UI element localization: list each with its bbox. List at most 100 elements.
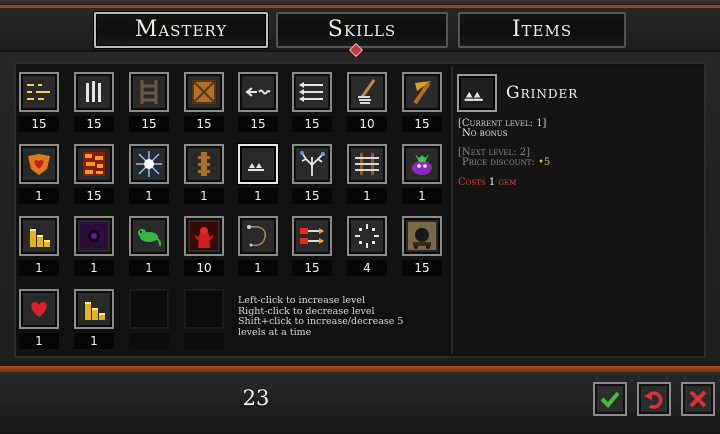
mastery-slot-gold-stack-2[interactable] xyxy=(74,289,114,329)
grinder-icon xyxy=(464,91,483,101)
slot-count xyxy=(129,333,169,349)
mastery-slot-triple-arrows[interactable] xyxy=(292,72,332,112)
slot-count: 1 xyxy=(238,188,278,204)
close-icon xyxy=(689,390,707,408)
cost-prefix: Costs xyxy=(458,177,486,188)
undo-icon xyxy=(644,391,663,409)
slot-count: 4 xyxy=(347,260,387,276)
next-effect-label: Price discount: xyxy=(462,157,535,168)
tab-items[interactable]: Items xyxy=(458,12,626,48)
slot-count: 15 xyxy=(74,116,114,132)
slot-count: 1 xyxy=(347,188,387,204)
slot-count: 15 xyxy=(402,116,442,132)
slot-count: 1 xyxy=(74,333,114,349)
slot-count: 1 xyxy=(19,333,59,349)
empty-slot xyxy=(184,289,224,329)
cancel-button[interactable] xyxy=(681,382,715,416)
check-icon xyxy=(600,391,620,408)
bomb-cart-icon xyxy=(408,222,436,250)
mastery-slot-drill[interactable] xyxy=(347,72,387,112)
drill-icon xyxy=(358,79,376,104)
slot-count: 15 xyxy=(238,116,278,132)
dash-arrows-icon xyxy=(27,84,50,100)
slot-count: 1 xyxy=(129,188,169,204)
slot-count: 15 xyxy=(402,260,442,276)
heart-shield-icon xyxy=(28,154,50,175)
crate-icon xyxy=(192,80,216,104)
current-level-effect: No bonus xyxy=(462,128,508,139)
whip-icon xyxy=(247,225,266,247)
mastery-slot-lightning-tree[interactable] xyxy=(292,144,332,184)
mastery-slot-heart[interactable] xyxy=(19,289,59,329)
mastery-slot-bomb-cart[interactable] xyxy=(402,216,442,256)
fence-arrows-icon xyxy=(355,153,379,175)
gem-total: 23 xyxy=(242,386,270,410)
grinder-icon xyxy=(248,163,264,171)
slot-count: 1 xyxy=(402,188,442,204)
next-level-effect: Price discount: •5 xyxy=(462,157,550,168)
mastery-slot-red-demon[interactable] xyxy=(184,216,224,256)
empty-slot xyxy=(129,289,169,329)
mastery-slot-rope-knot[interactable] xyxy=(184,144,224,184)
slot-count: 1 xyxy=(238,260,278,276)
slot-count: 1 xyxy=(19,188,59,204)
mastery-slot-vertical-bars[interactable] xyxy=(74,72,114,112)
lightning-tree-icon xyxy=(300,151,325,176)
mastery-slot-heart-shield[interactable] xyxy=(19,144,59,184)
mastery-slot-ladder[interactable] xyxy=(129,72,169,112)
mastery-slot-lava-block[interactable] xyxy=(74,144,114,184)
slot-count: 15 xyxy=(184,116,224,132)
mastery-slot-arrow-trail[interactable] xyxy=(238,72,278,112)
slot-count: 1 xyxy=(184,188,224,204)
ladder-icon xyxy=(140,80,158,104)
tab-mastery[interactable]: Mastery xyxy=(94,12,268,48)
reset-button[interactable] xyxy=(637,382,671,416)
vertical-bars-icon xyxy=(86,81,101,102)
hint-line: Left-click to increase level xyxy=(238,295,366,306)
cost-unit: gem xyxy=(498,177,517,188)
mastery-slot-dark-orb[interactable] xyxy=(74,216,114,256)
mastery-slot-sparkle-ring[interactable] xyxy=(347,216,387,256)
rope-knot-icon xyxy=(198,152,210,176)
top-border xyxy=(0,0,720,8)
mastery-slot-fire-arrows[interactable] xyxy=(292,216,332,256)
mastery-slot-goblin-face[interactable] xyxy=(402,144,442,184)
tab-skills[interactable]: Skills xyxy=(276,12,448,48)
dark-orb-icon xyxy=(80,222,108,250)
hint-line: Shift+click to increase/decrease 5 xyxy=(238,316,404,327)
green-lizard-icon xyxy=(138,229,162,247)
slot-count: 15 xyxy=(292,188,332,204)
sparkle-ring-icon xyxy=(355,224,379,248)
mastery-slot-dash-arrows[interactable] xyxy=(19,72,59,112)
next-effect-value: •5 xyxy=(537,157,551,168)
mastery-slot-pickaxe[interactable] xyxy=(402,72,442,112)
triple-arrows-icon xyxy=(299,82,323,102)
upgrade-cost: Costs 1 gem xyxy=(458,177,516,188)
slot-count: 1 xyxy=(19,260,59,276)
mastery-slot-grinder[interactable] xyxy=(238,144,278,184)
slot-count: 15 xyxy=(292,260,332,276)
tab-bar: Mastery Skills Items xyxy=(0,8,720,52)
goblin-face-icon xyxy=(412,154,432,175)
cost-amount: 1 xyxy=(488,177,496,188)
arrow-trail-icon xyxy=(245,87,271,97)
slot-count: 10 xyxy=(184,260,224,276)
mastery-slot-green-lizard[interactable] xyxy=(129,216,169,256)
mastery-slot-gold-stack[interactable] xyxy=(19,216,59,256)
hint-line: levels at a time xyxy=(238,326,312,338)
slot-count: 15 xyxy=(19,116,59,132)
slot-count: 15 xyxy=(129,116,169,132)
controls-hint: Left-click to increase level Right-click… xyxy=(238,295,448,338)
slot-count: 10 xyxy=(347,116,387,132)
gold-stack-icon xyxy=(30,229,50,247)
selected-mastery-name: Grinder xyxy=(506,83,579,103)
confirm-button[interactable] xyxy=(593,382,627,416)
mastery-slot-whip[interactable] xyxy=(238,216,278,256)
spark-burst-icon xyxy=(136,151,162,177)
fire-arrows-icon xyxy=(300,228,324,244)
slot-count: 15 xyxy=(292,116,332,132)
mastery-slot-crate[interactable] xyxy=(184,72,224,112)
mastery-slot-fence-arrows[interactable] xyxy=(347,144,387,184)
slot-count: 15 xyxy=(74,188,114,204)
mastery-slot-spark-burst[interactable] xyxy=(129,144,169,184)
